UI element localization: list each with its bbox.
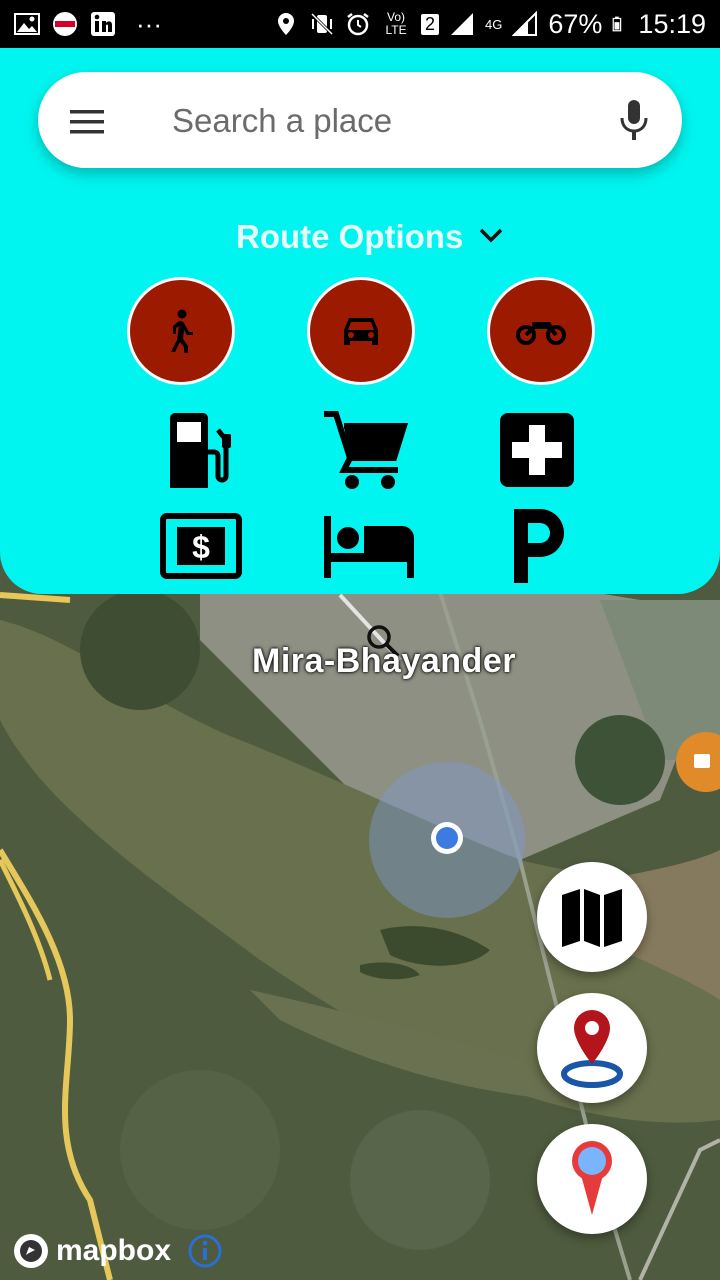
gallery-icon — [14, 13, 40, 35]
sim-label: 2 — [421, 13, 440, 35]
battery-percent: 67% — [548, 8, 603, 39]
pin-icon — [572, 1141, 612, 1215]
parking-icon — [514, 509, 564, 583]
fuel-station-button[interactable] — [166, 412, 238, 488]
clock: 15:19 — [638, 8, 706, 39]
hospital-icon — [500, 413, 574, 487]
map-place-label: Mira-Bhayander — [252, 642, 516, 680]
signal-icon — [451, 13, 474, 35]
hotel-button[interactable] — [324, 516, 414, 578]
walk-mode-button[interactable] — [127, 277, 235, 385]
route-options-title[interactable]: Route Options — [236, 218, 463, 256]
search-bar[interactable] — [38, 72, 682, 168]
map-style-button[interactable] — [537, 862, 647, 972]
location-icon — [278, 13, 295, 35]
alarm-icon — [347, 13, 369, 36]
motorcycle-icon — [516, 322, 566, 345]
mapbox-wordmark: mapbox — [56, 1234, 172, 1267]
microphone-icon[interactable] — [618, 100, 650, 142]
vibrate-icon — [310, 12, 334, 36]
signal-icon-2 — [512, 11, 538, 36]
app-badge-icon — [53, 12, 77, 36]
hospital-button[interactable] — [500, 413, 574, 487]
linkedin-icon — [91, 12, 115, 36]
walk-icon — [171, 309, 193, 353]
hotel-icon — [324, 516, 414, 578]
parking-button[interactable] — [510, 509, 568, 583]
chevron-down-icon[interactable] — [478, 226, 504, 246]
atm-button[interactable]: $ — [160, 513, 242, 579]
motorcycle-mode-button[interactable] — [487, 277, 595, 385]
drop-pin-button[interactable] — [537, 1124, 647, 1234]
atm-icon: $ — [160, 513, 242, 579]
info-icon[interactable] — [188, 1234, 222, 1268]
network-type-label: 4G — [485, 16, 503, 32]
volte-label: Vo) LTE — [385, 10, 407, 37]
status-bar: ··· Vo) LTE 2 4G 67% 15:19 — [0, 0, 720, 48]
shopping-button[interactable] — [322, 410, 408, 490]
svg-text:$: $ — [192, 529, 210, 565]
search-input[interactable] — [170, 94, 594, 148]
battery-icon — [613, 16, 622, 32]
car-icon — [344, 318, 378, 345]
my-location-button[interactable] — [537, 993, 647, 1103]
car-mode-button[interactable] — [307, 277, 415, 385]
location-pin-target-icon — [561, 1010, 623, 1088]
mapbox-logo-icon — [14, 1234, 48, 1268]
menu-icon[interactable] — [70, 110, 104, 134]
map-icon — [562, 889, 622, 947]
shopping-cart-icon — [324, 411, 408, 489]
fuel-icon — [170, 413, 231, 488]
mapbox-attribution[interactable]: mapbox — [12, 1232, 171, 1270]
more-notifications: ··· — [136, 8, 162, 39]
